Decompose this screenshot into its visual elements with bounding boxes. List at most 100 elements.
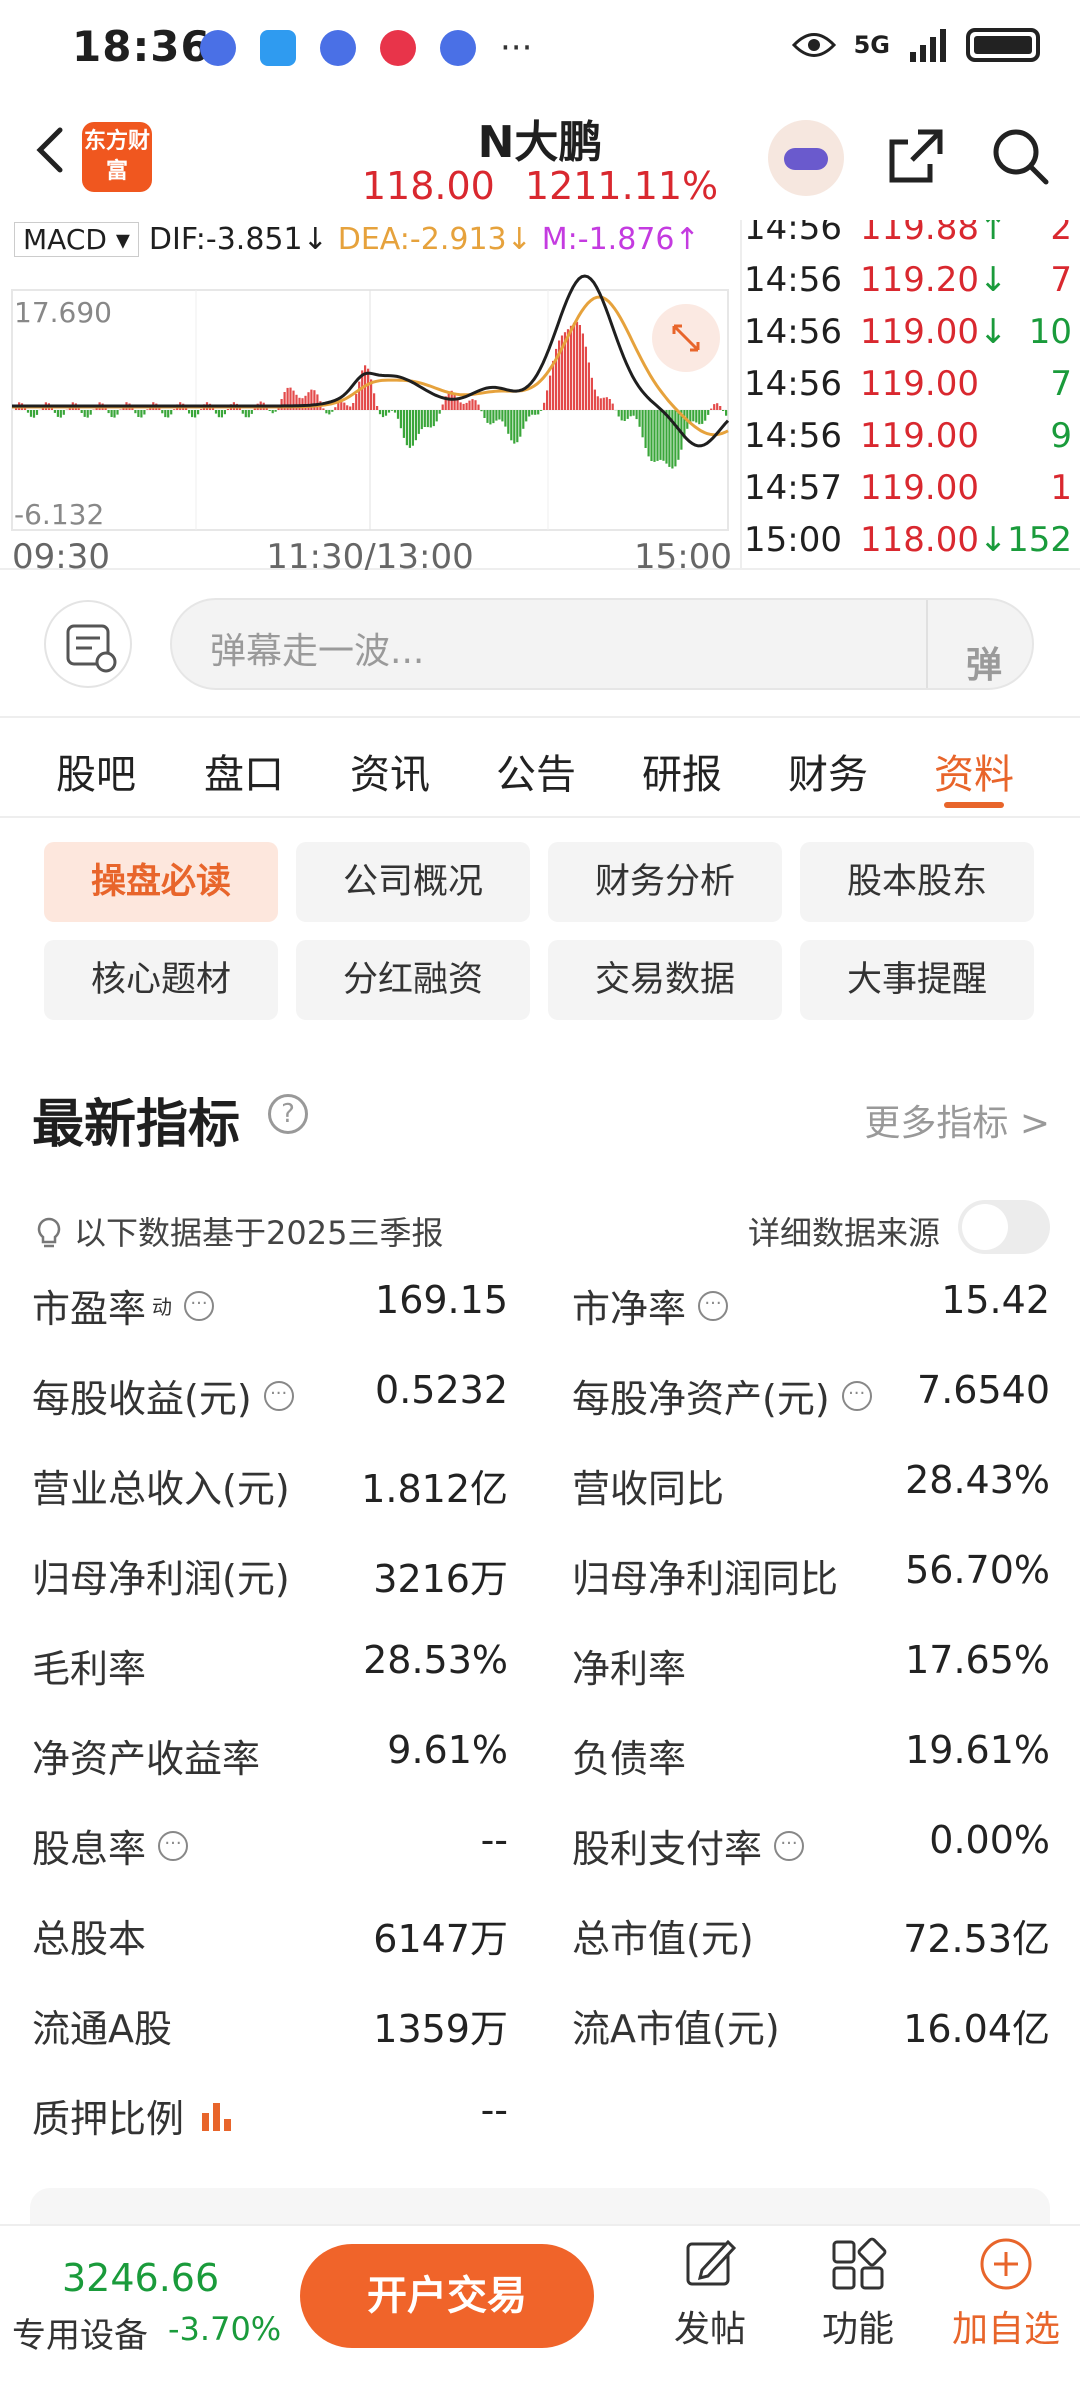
macd-histogram-bar <box>581 333 584 410</box>
search-icon[interactable] <box>988 124 1052 188</box>
sub-nav-chip[interactable]: 大事提醒 <box>800 940 1034 1020</box>
macd-histogram-bar <box>495 410 498 421</box>
add-watchlist-button[interactable]: 加自选 <box>946 2234 1066 2352</box>
sub-nav-chip[interactable]: 财务分析 <box>548 842 782 922</box>
tab-5[interactable]: 财务 <box>788 742 868 800</box>
trade-time: 14:56 <box>744 220 842 248</box>
macd-histogram-bar <box>638 410 641 427</box>
macd-histogram-bar <box>247 410 250 418</box>
macd-histogram-bar <box>80 410 83 413</box>
metric-value: 3216万 <box>373 1557 508 1601</box>
macd-histogram-bar <box>602 397 605 410</box>
macd-histogram-bar <box>337 403 340 410</box>
macd-histogram-bar <box>402 410 405 438</box>
post-button[interactable]: 发帖 <box>650 2234 770 2352</box>
index-label[interactable]: 专用设备 <box>12 2308 148 2357</box>
macd-histogram-bar <box>629 410 632 417</box>
macd-histogram-bar <box>143 410 146 415</box>
trade-volume: 10 <box>1028 312 1072 352</box>
macd-chart[interactable]: 17.690 -6.132 09:30 11:30/13:00 15:00 <box>0 268 740 570</box>
metric-row: 质押比例 -- <box>0 2088 1080 2178</box>
metric-label: 净利率 <box>572 1647 687 1691</box>
macd-histogram-bar <box>632 410 635 416</box>
sub-nav-chip[interactable]: 股本股东 <box>800 842 1034 922</box>
danmaku-input[interactable]: 弹幕走一波... 弹 <box>170 598 1034 690</box>
macd-histogram-bar <box>534 410 537 415</box>
next-card <box>30 2188 1050 2228</box>
danmaku-toggle-button[interactable]: 弹 <box>926 600 1032 688</box>
share-icon[interactable] <box>884 124 948 188</box>
metric-row: 流通A股 1359万 流A市值(元) 16.04亿 <box>0 1998 1080 2088</box>
macd-histogram-bar <box>414 410 417 441</box>
trade-list[interactable]: 14:56 119.88↑ 2 14:56 119.20↓ 7 14:56 119.00↓ 10… <box>740 220 1080 570</box>
macd-histogram-bar <box>53 410 56 413</box>
macd-histogram-bar <box>587 362 590 410</box>
macd-histogram-bar <box>384 410 388 416</box>
info-icon[interactable]: ··· <box>774 1830 805 1861</box>
macd-histogram-bar <box>331 410 334 412</box>
battery-icon <box>966 28 1040 62</box>
info-icon[interactable]: ··· <box>263 1380 294 1411</box>
sub-nav-chip[interactable]: 核心题材 <box>44 940 278 1020</box>
x-label-end: 15:00 <box>634 537 732 570</box>
index-value[interactable]: 3246.66 <box>62 2256 219 2300</box>
functions-button[interactable]: 功能 <box>798 2234 918 2352</box>
m-value: M:-1.876↑ <box>541 221 700 257</box>
metric-label: 每股净资产(元) ··· <box>572 1368 872 1423</box>
bar-chart-icon[interactable] <box>200 2101 234 2131</box>
grid-icon <box>832 2237 887 2290</box>
macd-histogram-bar <box>352 403 355 410</box>
tab-1[interactable]: 盘口 <box>204 742 284 800</box>
store-notification-icon <box>260 30 296 66</box>
macd-histogram-bar <box>346 405 349 410</box>
macd-histogram-bar <box>56 410 59 417</box>
trade-volume: 152 <box>1007 520 1072 560</box>
info-icon[interactable]: ··· <box>184 1290 215 1321</box>
sub-nav-chip[interactable]: 操盘必读 <box>44 842 278 922</box>
macd-histogram-bar <box>137 410 140 417</box>
tab-2[interactable]: 资讯 <box>350 742 430 800</box>
metric-label: 总股本 <box>32 1917 147 1961</box>
trade-price: 119.00 <box>860 416 979 456</box>
macd-histogram-bar <box>572 322 576 410</box>
danmaku-settings-button[interactable] <box>44 600 132 688</box>
x-label-start: 09:30 <box>12 537 110 570</box>
sub-nav-chip[interactable]: 分红融资 <box>296 940 530 1020</box>
danmaku-placeholder: 弹幕走一波... <box>210 631 425 672</box>
metric-label: 每股收益(元) ··· <box>32 1368 294 1423</box>
indicator-select[interactable]: MACD ▾ <box>14 221 139 257</box>
sub-nav-chip[interactable]: 公司概况 <box>296 842 530 922</box>
trade-price: 119.00↓ <box>860 312 1008 352</box>
info-icon[interactable]: ··· <box>841 1380 872 1411</box>
trade-volume: 2 <box>1050 220 1072 248</box>
metric-value: 56.70% <box>905 1548 1050 1592</box>
macd-histogram-bar <box>62 410 65 415</box>
tab-4[interactable]: 研报 <box>642 742 722 800</box>
macd-histogram-bar <box>611 403 614 410</box>
metric-value: 28.53% <box>363 1638 508 1682</box>
tab-6[interactable]: 资料 <box>934 742 1014 800</box>
tab-3[interactable]: 公告 <box>496 742 576 800</box>
open-account-trade-button[interactable]: 开户交易 <box>300 2244 594 2348</box>
tab-0[interactable]: 股吧 <box>56 742 136 800</box>
macd-histogram-bar <box>489 410 492 425</box>
sub-nav-chip[interactable]: 交易数据 <box>548 940 782 1020</box>
data-source-toggle[interactable] <box>958 1200 1050 1254</box>
metric-label: 市净率 ··· <box>572 1278 729 1333</box>
macd-histogram-bar <box>268 410 271 411</box>
info-icon[interactable]: ··· <box>698 1290 729 1321</box>
macd-histogram-bar <box>623 410 626 421</box>
help-icon[interactable]: ? <box>268 1094 308 1134</box>
more-indicators-link[interactable]: 更多指标 > <box>864 1094 1050 1146</box>
macd-histogram-bar <box>483 410 486 418</box>
macd-histogram-bar <box>238 408 241 410</box>
robot-assistant-icon[interactable] <box>768 120 844 196</box>
edit-icon <box>686 2239 737 2286</box>
macd-histogram-bar <box>411 410 414 446</box>
info-icon[interactable]: ··· <box>158 1830 189 1861</box>
metric-value: 1.812亿 <box>361 1467 508 1511</box>
metric-row: 营业总收入(元) 1.812亿 营收同比 28.43% <box>0 1458 1080 1548</box>
macd-histogram-bar <box>525 410 528 422</box>
macd-histogram-bar <box>119 409 122 410</box>
trade-time: 14:56 <box>744 312 842 352</box>
